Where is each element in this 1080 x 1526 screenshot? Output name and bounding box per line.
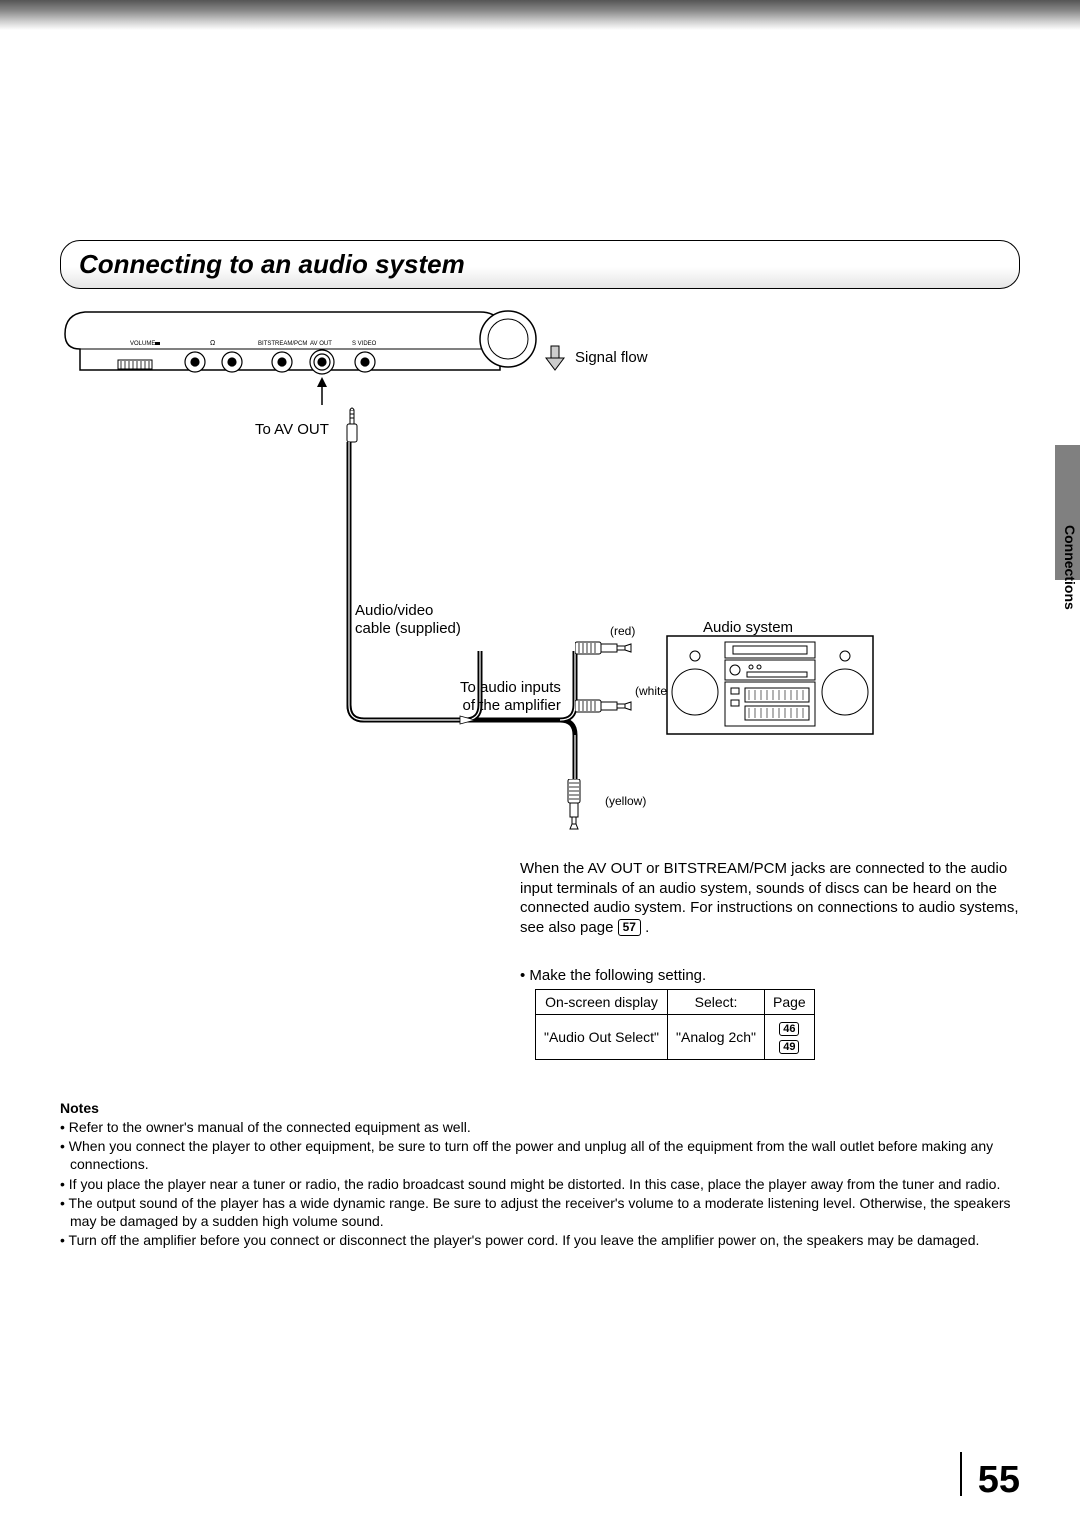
note-item: If you place the player near a tuner or … [60,1175,1020,1193]
to-audio-inputs-label: To audio inputs of the amplifier [460,679,561,715]
note-item: When you connect the player to other equ… [60,1137,1020,1173]
settings-header-select: Select: [668,990,765,1015]
setting-intro: • Make the following setting. [520,967,1020,984]
notes-heading: Notes [60,1100,1020,1116]
settings-header-onscreen: On-screen display [536,990,668,1015]
note-item: Turn off the amplifier before you connec… [60,1231,1020,1249]
page-ref-57: 57 [618,919,641,937]
side-tab-connections: Connections [1062,525,1078,610]
rca-plug-yellow-icon [560,779,590,849]
settings-cell-select: "Analog 2ch" [668,1015,765,1060]
av-cable-label: Audio/video cable (supplied) [355,602,461,638]
note-item: The output sound of the player has a wid… [60,1194,1020,1230]
section-title: Connecting to an audio system [60,240,1020,289]
settings-table: On-screen display Select: Page "Audio Ou… [535,989,815,1060]
notes-list: Refer to the owner's manual of the conne… [60,1118,1020,1249]
settings-cell-pages: 46 49 [765,1015,815,1060]
note-item: Refer to the owner's manual of the conne… [60,1118,1020,1136]
settings-header-page: Page [765,990,815,1015]
description-paragraph: When the AV OUT or BITSTREAM/PCM jacks a… [520,859,1020,937]
connection-diagram: VOLUME Ω BITSTREAM/PCM AV OUT S VIDEO Si… [60,299,1020,859]
cable-path [60,299,660,859]
page-ref-49: 49 [779,1040,799,1054]
description-text-before: When the AV OUT or BITSTREAM/PCM jacks a… [520,860,1019,936]
audio-system-illustration [665,634,875,739]
settings-cell-onscreen: "Audio Out Select" [536,1015,668,1060]
rca-plug-red-icon [575,634,665,664]
page-number: 55 [978,1459,1020,1502]
yellow-label: (yellow) [605,794,646,808]
red-label: (red) [610,624,635,638]
description-text-after: . [641,919,649,936]
page-ref-46: 46 [779,1022,799,1036]
